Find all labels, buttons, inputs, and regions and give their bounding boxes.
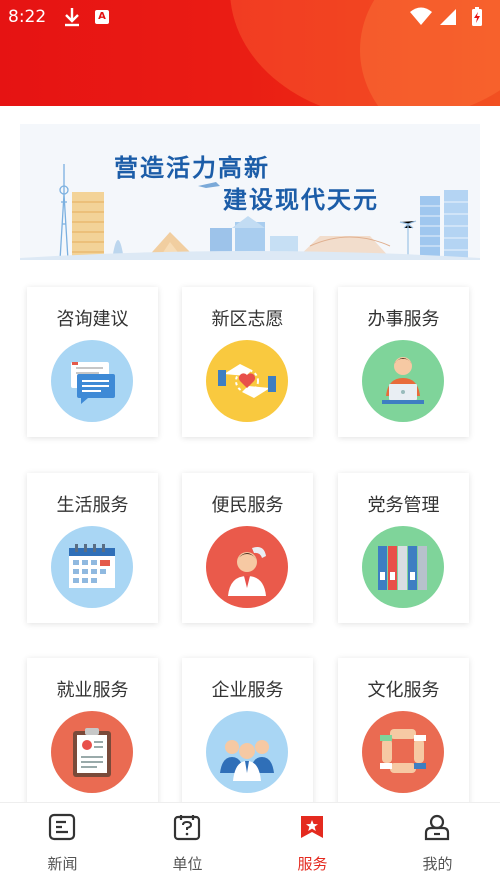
status-time: 8:22: [8, 7, 47, 27]
person-laptop-icon: [362, 340, 444, 422]
nav-label: 我的: [422, 855, 453, 873]
nav-item-news[interactable]: 新闻: [0, 803, 125, 889]
service-label: 党务管理: [367, 495, 440, 516]
news-icon: [48, 813, 76, 841]
promo-banner[interactable]: 营造活力高新 建设现代天元: [20, 124, 480, 260]
nav-label: 服务: [297, 855, 328, 873]
wifi-icon: [410, 7, 432, 25]
binders-icon: [362, 526, 444, 608]
clipboard-resume-icon: [51, 711, 133, 793]
service-tile-party[interactable]: 党务管理: [338, 473, 469, 623]
nav-label: 新闻: [47, 855, 78, 873]
service-label: 便民服务: [211, 495, 284, 516]
service-label: 办事服务: [367, 309, 440, 330]
status-icons: [410, 7, 482, 26]
service-label: 新区志愿: [211, 309, 284, 330]
service-tile-volunteer[interactable]: 新区志愿: [182, 287, 313, 437]
joined-hands-icon: [362, 711, 444, 793]
banner-title-line2: 建设现代天元: [223, 186, 379, 214]
service-tile-convenience[interactable]: 便民服务: [182, 473, 313, 623]
hands-heart-icon: [206, 340, 288, 422]
service-tile-enterprise[interactable]: 企业服务: [182, 658, 313, 808]
bottom-nav: 新闻 单位 服务 我的: [0, 802, 500, 889]
app-notification-icon: A: [95, 10, 109, 24]
service-tile-culture[interactable]: 文化服务: [338, 658, 469, 808]
service-label: 文化服务: [367, 680, 440, 701]
banner-title-line1: 营造活力高新: [114, 154, 270, 182]
unit-question-icon: [173, 815, 201, 841]
phone-person-icon: [206, 526, 288, 608]
chat-bubbles-icon: [51, 340, 133, 422]
service-label: 就业服务: [56, 680, 129, 701]
service-label: 企业服务: [211, 680, 284, 701]
service-tile-affairs[interactable]: 办事服务: [338, 287, 469, 437]
nav-item-service[interactable]: 服务: [250, 803, 375, 889]
service-label: 生活服务: [56, 495, 129, 516]
app-header: 8:22 A: [0, 0, 500, 106]
nav-label: 单位: [172, 855, 203, 873]
profile-icon: [424, 814, 450, 841]
service-flag-icon: [301, 816, 323, 838]
status-bar: 8:22 A: [0, 0, 500, 36]
calendar-icon: [51, 526, 133, 608]
service-label: 咨询建议: [56, 309, 129, 330]
download-icon: [65, 8, 79, 27]
signal-icon: [440, 9, 456, 25]
team-people-icon: [206, 711, 288, 793]
service-tile-consult[interactable]: 咨询建议: [27, 287, 158, 437]
service-tile-life[interactable]: 生活服务: [27, 473, 158, 623]
nav-item-profile[interactable]: 我的: [375, 803, 500, 889]
nav-item-unit[interactable]: 单位: [125, 803, 250, 889]
service-tile-employment[interactable]: 就业服务: [27, 658, 158, 808]
